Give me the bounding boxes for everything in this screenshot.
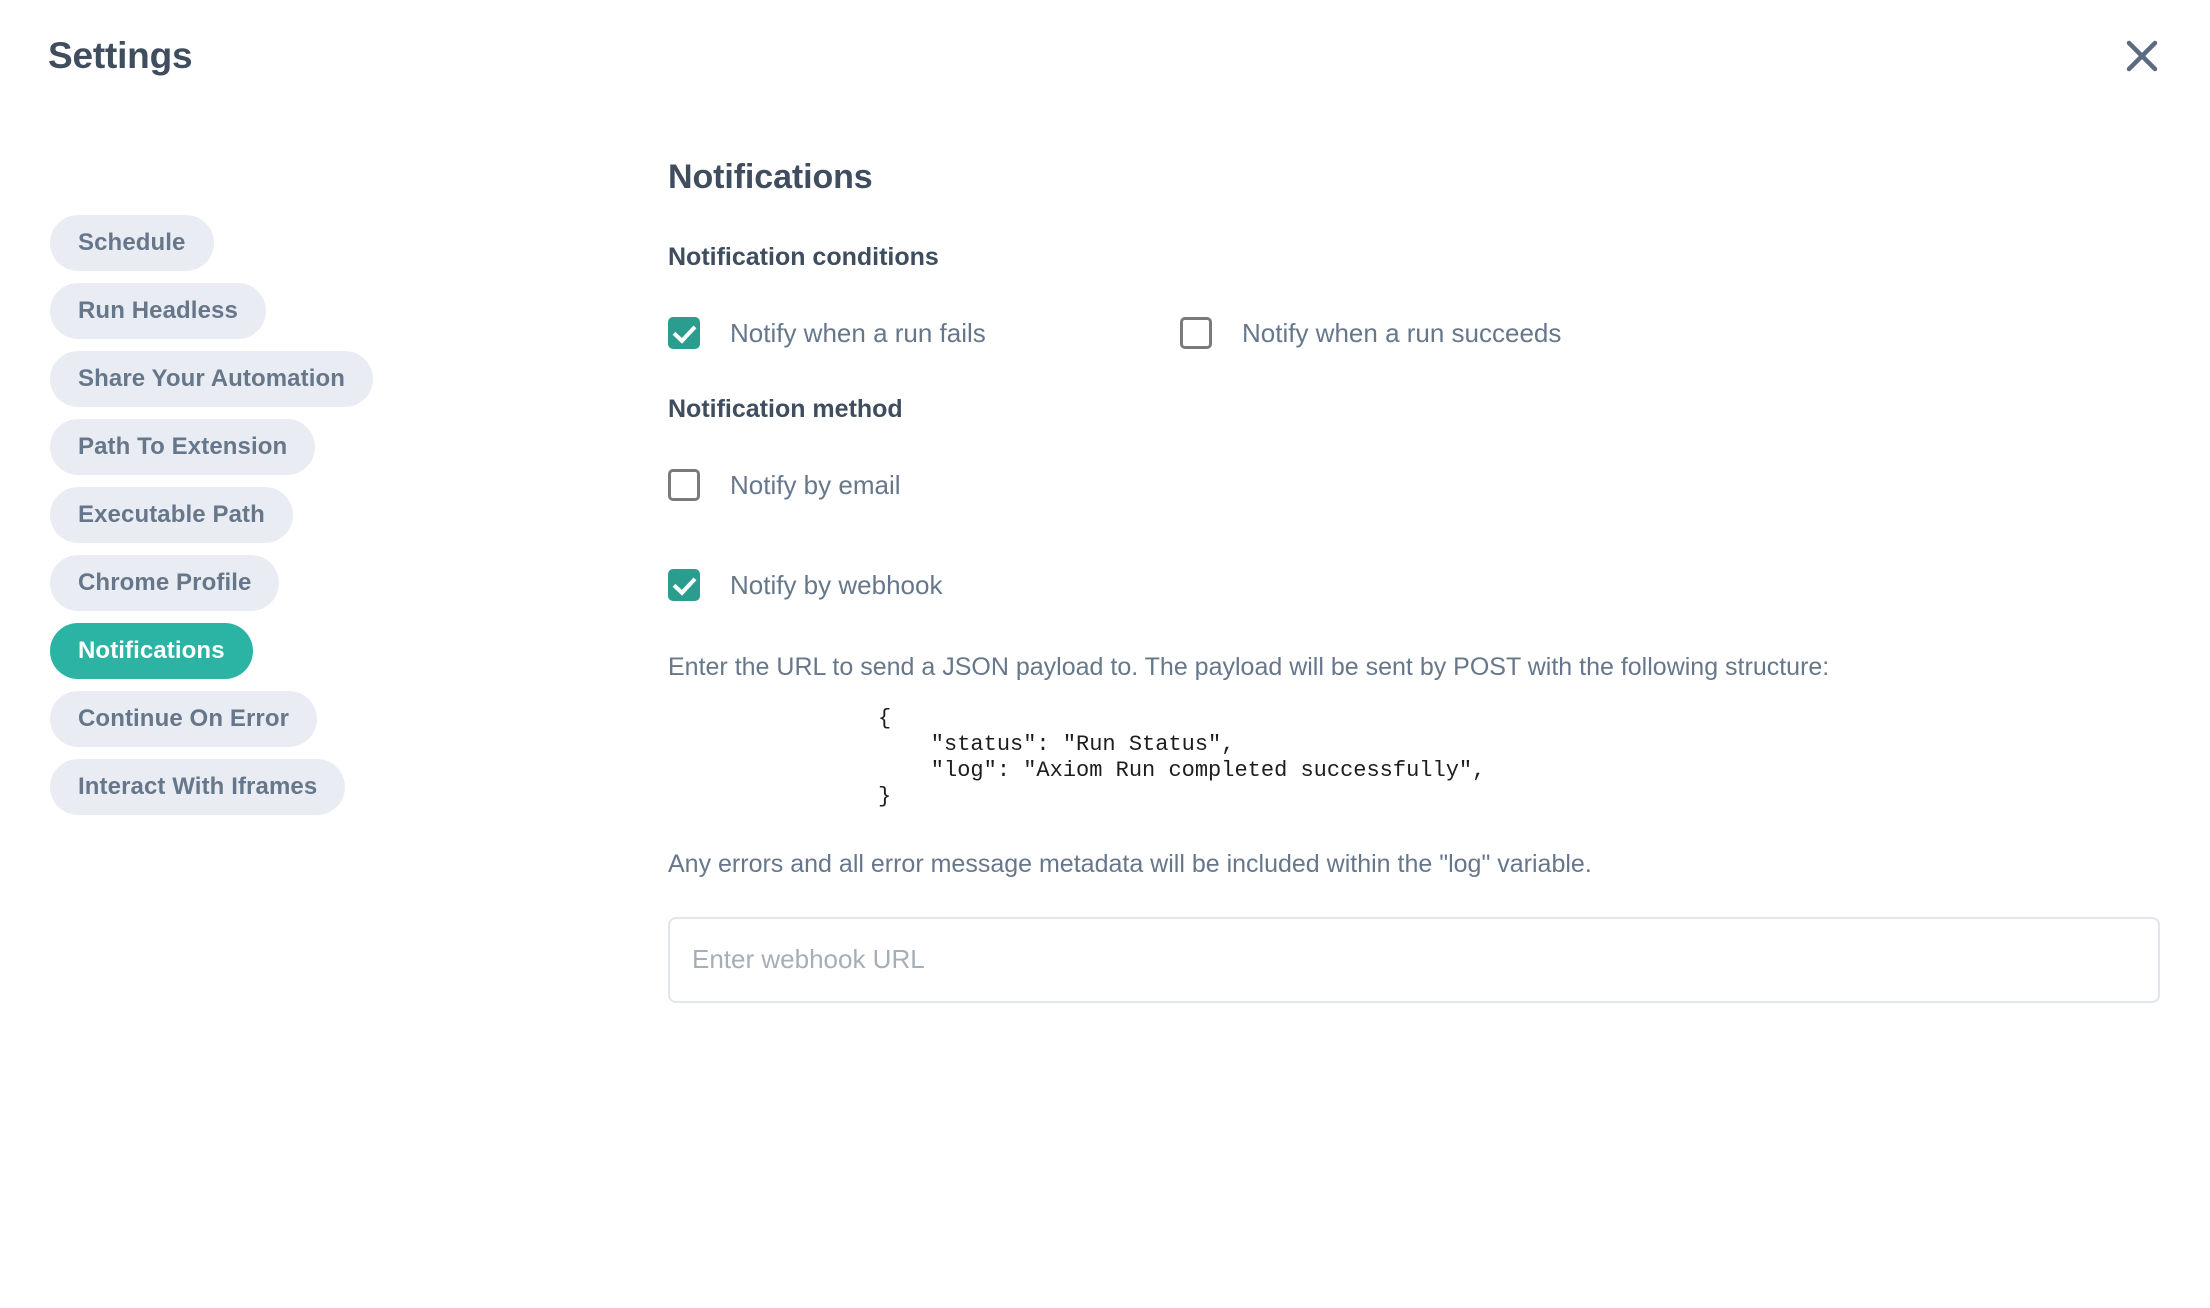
checkbox-notify-run-fails[interactable] bbox=[668, 317, 700, 349]
sidebar-item-continue-on-error[interactable]: Continue On Error bbox=[50, 691, 318, 747]
modal-header: Settings bbox=[0, 0, 2210, 130]
settings-modal: Settings Schedule Run Headless Share You… bbox=[0, 0, 2210, 1308]
sidebar-item-chrome-profile[interactable]: Chrome Profile bbox=[50, 555, 280, 611]
notification-conditions-label: Notification conditions bbox=[668, 243, 939, 271]
webhook-note-text: Any errors and all error message metadat… bbox=[668, 849, 1592, 878]
webhook-help-text: Enter the URL to send a JSON payload to.… bbox=[668, 653, 1830, 681]
settings-sidebar: Schedule Run Headless Share Your Automat… bbox=[0, 215, 620, 815]
sidebar-item-schedule[interactable]: Schedule bbox=[50, 215, 214, 271]
modal-body: Schedule Run Headless Share Your Automat… bbox=[0, 130, 2210, 1308]
sidebar-item-share-your-automation[interactable]: Share Your Automation bbox=[50, 351, 374, 407]
sidebar-item-path-to-extension[interactable]: Path To Extension bbox=[50, 419, 316, 475]
settings-content-panel: Notifications Notification conditions No… bbox=[668, 130, 2168, 1003]
sidebar-item-notifications[interactable]: Notifications bbox=[50, 623, 253, 679]
checkbox-row-notify-run-fails[interactable]: Notify when a run fails bbox=[668, 317, 1180, 349]
checkbox-notify-run-succeeds[interactable] bbox=[1180, 317, 1212, 349]
checkbox-label-notify-by-webhook[interactable]: Notify by webhook bbox=[730, 570, 942, 601]
close-button[interactable] bbox=[2114, 28, 2170, 84]
checkbox-row-notify-by-email[interactable]: Notify by email bbox=[668, 469, 2168, 501]
checkbox-notify-by-email[interactable] bbox=[668, 469, 700, 501]
checkbox-label-notify-run-fails[interactable]: Notify when a run fails bbox=[730, 318, 986, 349]
sidebar-item-executable-path[interactable]: Executable Path bbox=[50, 487, 293, 543]
webhook-payload-example: { "status": "Run Status", "log": "Axiom … bbox=[878, 706, 1486, 809]
sidebar-item-run-headless[interactable]: Run Headless bbox=[50, 283, 266, 339]
close-icon bbox=[2125, 39, 2159, 73]
page-title: Settings bbox=[48, 35, 193, 76]
checkbox-label-notify-run-succeeds[interactable]: Notify when a run succeeds bbox=[1242, 318, 1561, 349]
sidebar-item-interact-with-iframes[interactable]: Interact With Iframes bbox=[50, 759, 346, 815]
notification-conditions-row: Notify when a run fails Notify when a ru… bbox=[668, 317, 2168, 349]
content-title: Notifications bbox=[668, 158, 873, 196]
notification-method-label: Notification method bbox=[668, 395, 903, 423]
webhook-url-input[interactable] bbox=[668, 916, 2160, 1003]
checkbox-notify-by-webhook[interactable] bbox=[668, 569, 700, 601]
checkbox-row-notify-by-webhook[interactable]: Notify by webhook bbox=[668, 569, 2168, 601]
checkbox-row-notify-run-succeeds[interactable]: Notify when a run succeeds bbox=[1180, 317, 1561, 349]
checkbox-label-notify-by-email[interactable]: Notify by email bbox=[730, 470, 901, 501]
